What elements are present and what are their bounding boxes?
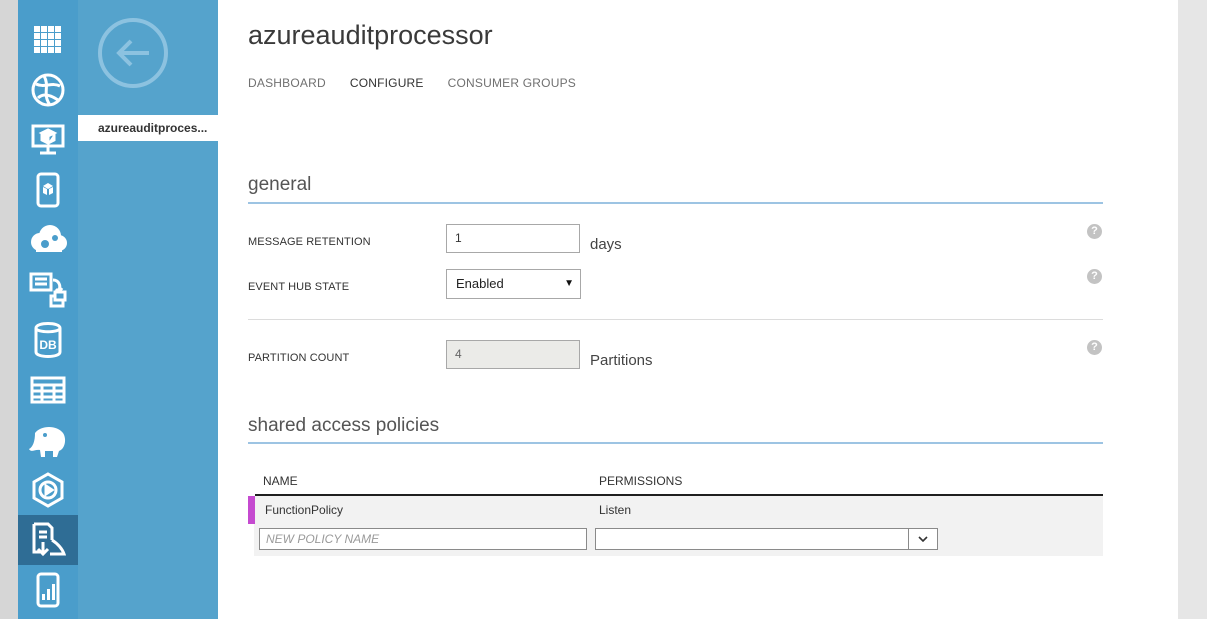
column-header-permissions: PERMISSIONS: [599, 474, 683, 488]
tab-bar: DASHBOARD CONFIGURE CONSUMER GROUPS: [248, 76, 576, 90]
page-title: azureauditprocessor: [248, 20, 493, 50]
right-gutter: [1178, 0, 1207, 619]
event-hub-state-value: Enabled: [456, 276, 504, 291]
partition-count-label: PARTITION COUNT: [248, 352, 350, 364]
tab-configure[interactable]: CONFIGURE: [350, 76, 424, 90]
policies-section-title: shared access policies: [248, 415, 440, 436]
help-icon[interactable]: ?: [1087, 269, 1102, 284]
message-retention-input[interactable]: 1: [446, 224, 580, 253]
svg-text:DB: DB: [39, 338, 57, 352]
main-content: azureauditprocessor DASHBOARD CONFIGURE …: [218, 0, 1178, 619]
web-sites-icon[interactable]: [18, 65, 78, 115]
partition-count-input: 4: [446, 340, 580, 369]
all-items-grid-icon[interactable]: [18, 15, 78, 65]
row-selection-marker: [248, 496, 255, 524]
help-icon[interactable]: ?: [1087, 224, 1102, 239]
partition-count-unit: Partitions: [590, 352, 653, 369]
message-retention-label: MESSAGE RETENTION: [248, 236, 371, 248]
virtual-machines-icon[interactable]: [18, 115, 78, 165]
subnav-item-eventhub[interactable]: azureauditproces...: [78, 115, 218, 141]
mobile-engagement-icon[interactable]: [18, 565, 78, 615]
column-header-name: NAME: [263, 474, 298, 488]
message-retention-unit: days: [590, 236, 622, 253]
new-policy-row: NEW POLICY NAME: [254, 524, 1103, 556]
back-arrow-icon[interactable]: [97, 17, 169, 89]
cloud-services-icon[interactable]: [18, 215, 78, 265]
service-bus-icon[interactable]: [18, 515, 78, 565]
mobile-services-icon[interactable]: [18, 165, 78, 215]
table-row[interactable]: FunctionPolicy Listen: [248, 496, 1103, 524]
service-icon-bar: DB: [18, 0, 78, 619]
event-hub-state-select[interactable]: Enabled ▼: [446, 269, 581, 299]
general-section-rule: [248, 202, 1103, 204]
sql-databases-icon[interactable]: DB: [18, 315, 78, 365]
dropdown-arrow-icon: ▼: [564, 278, 574, 289]
event-hub-state-label: EVENT HUB STATE: [248, 281, 350, 293]
general-divider: [248, 319, 1103, 320]
policy-name-cell: FunctionPolicy: [265, 503, 344, 517]
chevron-down-icon: [908, 529, 937, 549]
policy-permissions-cell: Listen: [599, 503, 632, 517]
new-policy-name-input[interactable]: NEW POLICY NAME: [259, 528, 587, 550]
media-services-icon[interactable]: [18, 465, 78, 515]
resource-subnav: azureauditproces...: [78, 0, 218, 619]
batch-services-icon[interactable]: [18, 265, 78, 315]
left-gutter: [0, 0, 18, 619]
hdinsight-elephant-icon[interactable]: [18, 415, 78, 465]
policies-section-rule: [248, 442, 1103, 444]
storage-table-icon[interactable]: [18, 365, 78, 415]
tab-dashboard[interactable]: DASHBOARD: [248, 76, 326, 90]
new-policy-permissions-select[interactable]: [595, 528, 938, 550]
help-icon[interactable]: ?: [1087, 340, 1102, 355]
tab-consumer-groups[interactable]: CONSUMER GROUPS: [448, 76, 576, 90]
general-section-title: general: [248, 174, 312, 195]
